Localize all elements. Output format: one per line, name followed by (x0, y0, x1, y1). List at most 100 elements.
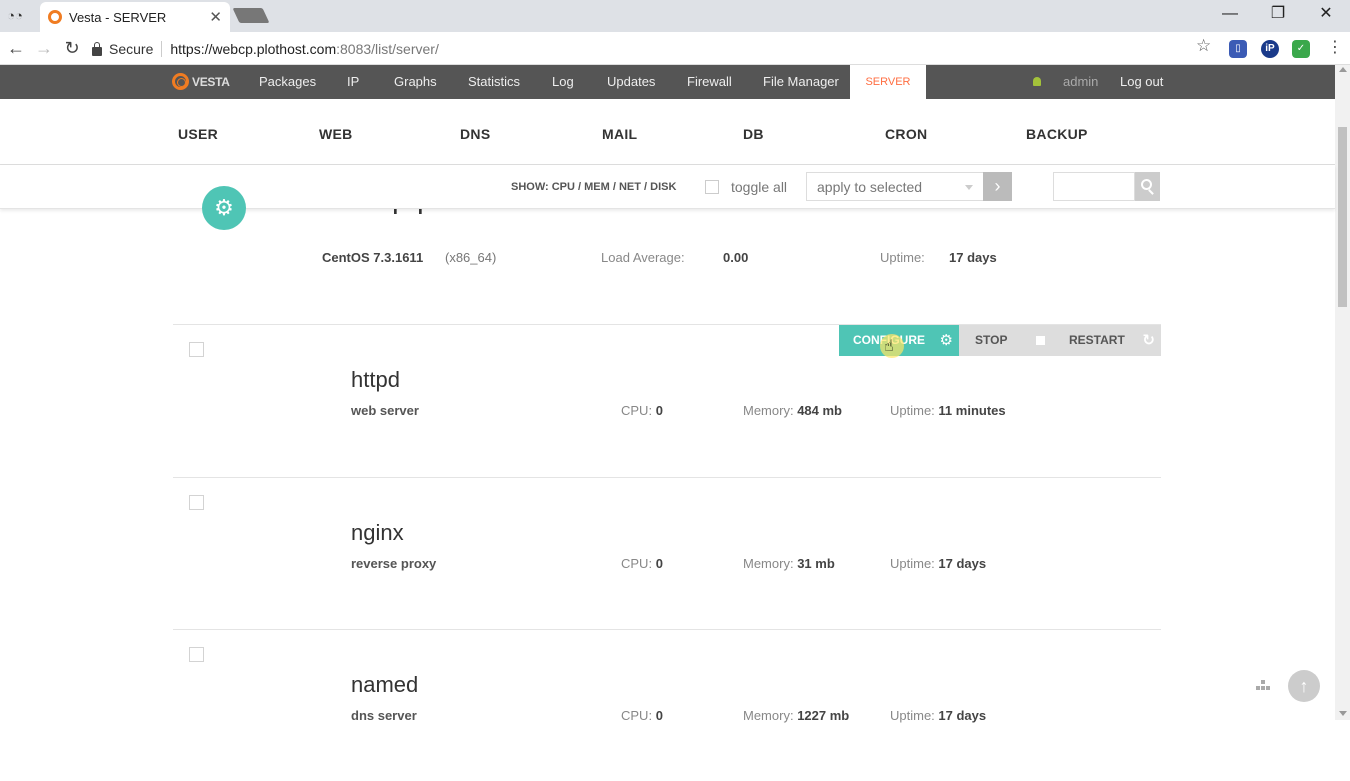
vesta-logo-icon (172, 73, 189, 90)
cpu-value: 0 (655, 708, 663, 723)
forward-arrow-icon[interactable]: → (32, 36, 56, 60)
nav-graphs[interactable]: Graphs (394, 65, 437, 99)
row-checkbox[interactable] (189, 647, 204, 662)
section-backup[interactable]: BACKUP (1026, 126, 1088, 142)
tab-close-icon[interactable]: ✕ (209, 8, 222, 26)
vesta-logo[interactable]: VESTA (172, 73, 230, 90)
url-divider (161, 41, 163, 57)
nav-log[interactable]: Log (552, 65, 574, 99)
server-gear-icon[interactable]: ⚙ (202, 186, 246, 230)
search-input[interactable] (1053, 172, 1135, 201)
service-uptime: Uptime: 17 days (890, 556, 986, 571)
scroll-down-icon[interactable] (1339, 711, 1347, 716)
section-db[interactable]: DB (743, 126, 764, 142)
scroll-thumb[interactable] (1338, 127, 1347, 307)
scroll-to-top-button[interactable]: ↑ (1288, 670, 1320, 702)
service-cpu: CPU: 0 (621, 403, 663, 418)
show-stats-link[interactable]: SHOW: CPU / MEM / NET / DISK (511, 181, 676, 193)
cpu-value: 0 (655, 403, 663, 418)
bookmark-star-icon[interactable]: ☆ (1196, 36, 1211, 56)
nav-statistics[interactable]: Statistics (468, 65, 520, 99)
toggle-all-checkbox[interactable] (705, 180, 719, 194)
section-web[interactable]: WEB (319, 126, 353, 142)
service-name: named (351, 672, 419, 697)
uptime-label: Uptime: (890, 556, 935, 571)
cpu-label: CPU: (621, 403, 653, 418)
row-checkbox[interactable] (189, 342, 204, 357)
list-toolbar: SHOW: CPU / MEM / NET / DISK toggle all … (0, 165, 1335, 209)
restore-button[interactable]: ❐ (1254, 0, 1302, 28)
page-scrollbar[interactable] (1335, 65, 1350, 720)
bookmark-ext-icon[interactable]: ▯ (1229, 40, 1247, 58)
chevron-down-icon (965, 185, 973, 190)
nav-packages[interactable]: Packages (259, 65, 316, 99)
row-checkbox[interactable] (189, 495, 204, 510)
browser-tab[interactable]: Vesta - SERVER ✕ (40, 2, 230, 32)
close-window-button[interactable]: ✕ (1302, 0, 1350, 28)
bulk-action-select[interactable]: apply to selected (806, 172, 984, 201)
stop-label: STOP (975, 333, 1008, 347)
secure-label: Secure (109, 41, 154, 57)
url-path: :8083/list/server/ (336, 41, 439, 57)
server-uptime-value: 17 days (949, 250, 997, 265)
section-cron[interactable]: CRON (885, 126, 927, 142)
stop-button[interactable]: STOP (959, 325, 1057, 356)
logout-link[interactable]: Log out (1120, 65, 1163, 99)
lock-icon (92, 41, 102, 56)
hand-cursor-icon: ☝ (884, 338, 894, 355)
section-menu: USER WEB DNS MAIL DB CRON BACKUP (0, 99, 1335, 165)
reload-icon[interactable]: ↻ (60, 36, 84, 60)
cpu-label: CPU: (621, 708, 653, 723)
logo-text: VESTA (192, 74, 230, 89)
scroll-up-icon[interactable] (1339, 67, 1347, 72)
service-description: reverse proxy (351, 556, 437, 571)
ip-ext-icon[interactable]: iP (1261, 40, 1279, 58)
nav-updates[interactable]: Updates (607, 65, 655, 99)
apply-button[interactable]: › (983, 172, 1012, 201)
back-arrow-icon[interactable]: ← (4, 36, 28, 60)
cpu-value: 0 (655, 556, 663, 571)
bulk-action-value: apply to selected (817, 179, 923, 195)
search-button[interactable] (1135, 172, 1160, 201)
memory-value: 1227 mb (797, 708, 850, 723)
nav-firewall[interactable]: Firewall (687, 65, 732, 99)
service-row: nginx reverse proxy CPU: 0 Memory: 31 mb… (173, 477, 1161, 629)
memory-value: 31 mb (797, 556, 835, 571)
memory-label: Memory: (743, 708, 794, 723)
browser-tab-strip: ◔◔ Vesta - SERVER ✕ — ❐ ✕ (0, 0, 1350, 32)
nav-server[interactable]: SERVER (850, 65, 926, 99)
browser-menu-icon[interactable]: ⋮ (1327, 37, 1343, 57)
toggle-all-label[interactable]: toggle all (731, 179, 787, 195)
search-icon (1141, 179, 1152, 190)
tab-title: Vesta - SERVER (69, 9, 167, 25)
service-row: CONFIGURE ⚙ STOP RESTART ↻ httpd web ser… (173, 324, 1161, 476)
service-cpu: CPU: 0 (621, 556, 663, 571)
restart-button[interactable]: RESTART ↻ (1057, 325, 1161, 356)
nav-ip[interactable]: IP (347, 65, 359, 99)
section-user[interactable]: USER (178, 126, 218, 142)
grid-dot (1261, 680, 1265, 684)
service-name: httpd (351, 367, 400, 392)
new-tab-button[interactable] (232, 8, 270, 23)
service-memory: Memory: 1227 mb (743, 708, 849, 723)
shield-ext-icon[interactable]: ✓ (1292, 40, 1310, 58)
grid-dots-icon[interactable] (1256, 680, 1270, 692)
section-mail[interactable]: MAIL (602, 126, 637, 142)
restart-icon: ↻ (1142, 332, 1155, 349)
service-description: dns server (351, 708, 417, 723)
section-dns[interactable]: DNS (460, 126, 490, 142)
incognito-icon: ◔◔ (7, 8, 23, 23)
search-icon-handle (1148, 189, 1154, 195)
nav-file-manager[interactable]: File Manager (763, 65, 839, 99)
service-description: web server (351, 403, 419, 418)
uptime-value: 17 days (938, 708, 987, 723)
server-os: CentOS 7.3.1611 (322, 250, 424, 265)
service-uptime: Uptime: 11 minutes (890, 403, 1006, 418)
user-name[interactable]: admin (1063, 65, 1098, 99)
service-memory: Memory: 484 mb (743, 403, 842, 418)
minimize-button[interactable]: — (1206, 0, 1254, 28)
notification-bell-icon[interactable] (1033, 77, 1041, 86)
uptime-label: Uptime: (890, 403, 935, 418)
url-field[interactable]: Secure https://webcp.plothost.com :8083/… (92, 36, 1222, 62)
cpu-label: CPU: (621, 556, 653, 571)
